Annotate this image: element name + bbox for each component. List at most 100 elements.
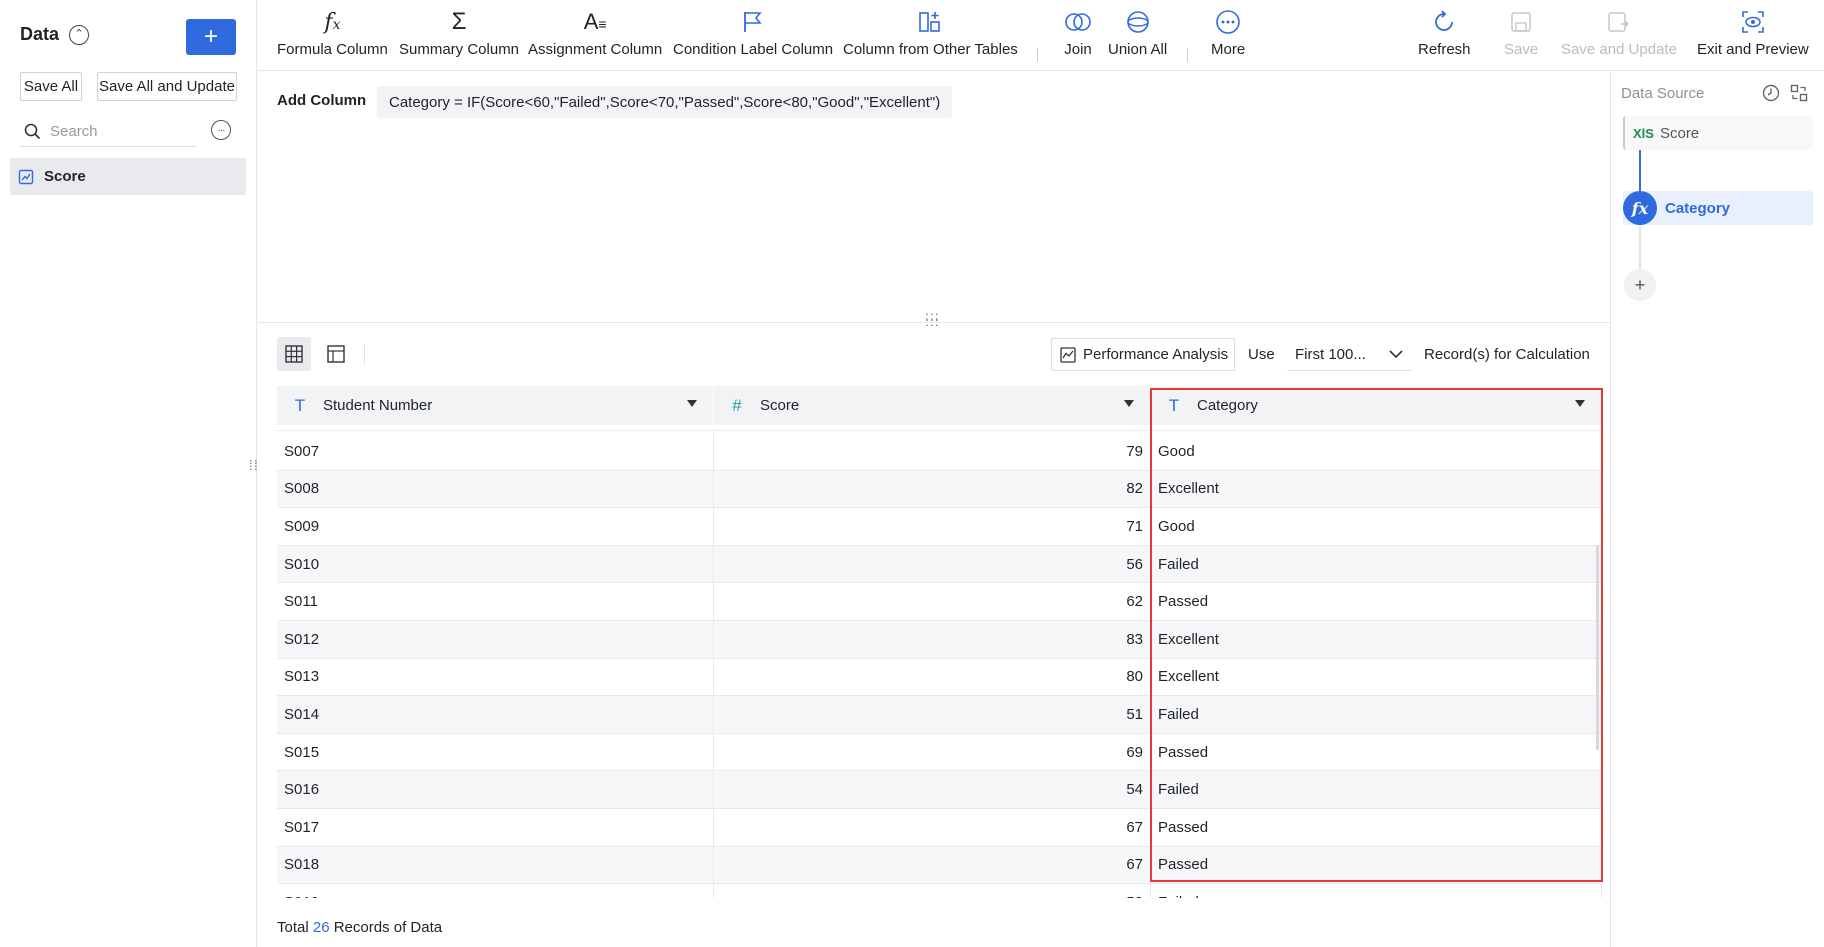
add-step-button[interactable]: + <box>1624 269 1656 301</box>
save-and-update-label: Save and Update <box>1561 41 1677 58</box>
layout-view-button[interactable] <box>319 337 353 371</box>
save-button[interactable]: Save <box>1504 6 1538 66</box>
cell-student-number[interactable]: S018 <box>277 846 714 884</box>
grid-view-button[interactable] <box>277 337 311 371</box>
cell-score[interactable]: 67 <box>714 846 1151 884</box>
table-row[interactable]: S01958Failed <box>277 884 1602 898</box>
table-body: S007 79 Good S008 82 Excellent S009 71 Good S010 5… <box>277 433 1602 898</box>
performance-analysis-button[interactable]: Performance Analysis <box>1051 338 1236 371</box>
join-icon <box>1065 13 1091 31</box>
cell-score[interactable]: 58 <box>714 884 1151 898</box>
column-other-tables-button[interactable]: Column from Other Tables <box>843 6 1018 66</box>
cell-student-number[interactable]: S010 <box>277 545 714 583</box>
panel-resize-handle[interactable]: ⁞⁞ <box>249 458 261 472</box>
table-row[interactable]: S008 82 Excellent <box>277 470 1602 509</box>
cell-student-number[interactable]: S019 <box>277 884 714 898</box>
cell-student-number[interactable]: S008 <box>277 470 714 508</box>
table-row[interactable]: S012 83 Excellent <box>277 620 1602 659</box>
cell-score[interactable]: 80 <box>714 658 1151 696</box>
formula-column-label: Formula Column <box>277 41 388 58</box>
formula-expression[interactable]: Category = IF(Score<60,"Failed",Score<70… <box>377 86 953 118</box>
condition-label-column-button[interactable]: Condition Label Column <box>673 6 833 66</box>
footer-count: 26 <box>312 919 330 936</box>
table-row[interactable]: S016 54 Failed <box>277 771 1602 809</box>
cell-score[interactable]: 62 <box>714 583 1151 620</box>
caret-down-icon[interactable] <box>687 400 697 407</box>
exit-preview-button[interactable]: Exit and Preview <box>1697 6 1809 66</box>
save-all-update-button[interactable]: Save All and Update <box>97 72 237 101</box>
save-and-update-button[interactable]: Save and Update <box>1561 6 1677 66</box>
table-row[interactable]: S018 67 Passed <box>277 846 1602 885</box>
data-source-title: Data Source <box>1621 85 1705 102</box>
cell-category[interactable]: Good <box>1151 433 1602 470</box>
add-data-button[interactable]: + <box>186 19 236 55</box>
cell-score[interactable]: 69 <box>714 733 1151 771</box>
cell-category[interactable]: Excellent <box>1151 658 1602 696</box>
cell-category[interactable]: Failed <box>1151 884 1602 898</box>
column-header-score[interactable]: # Score <box>714 386 1151 425</box>
table-row[interactable]: S009 71 Good <box>277 508 1602 546</box>
table-row[interactable]: S007 79 Good <box>277 433 1602 471</box>
search-input[interactable] <box>50 123 190 140</box>
cell-category[interactable]: Failed <box>1151 771 1602 808</box>
cell-student-number[interactable]: S011 <box>277 583 714 620</box>
table-row[interactable]: S017 67 Passed <box>277 808 1602 847</box>
collapse-up-icon[interactable]: ⌃ <box>69 24 90 45</box>
cell-student-number[interactable]: S016 <box>277 771 714 808</box>
cell-student-number[interactable]: S014 <box>277 696 714 733</box>
cell-student-number[interactable]: S017 <box>277 808 714 846</box>
cell-score[interactable]: 67 <box>714 808 1151 846</box>
layout-switch-icon[interactable] <box>1789 83 1809 103</box>
cell-category[interactable]: Failed <box>1151 545 1602 583</box>
table-scrollbar[interactable] <box>1596 545 1599 750</box>
cell-score[interactable]: 56 <box>714 545 1151 583</box>
cell-student-number[interactable]: S015 <box>277 733 714 771</box>
cell-score[interactable]: 79 <box>714 433 1151 470</box>
calc-node-category[interactable]: fx Category <box>1623 191 1813 225</box>
table-row[interactable]: S015 69 Passed <box>277 733 1602 772</box>
more-options-icon[interactable]: ··· <box>211 120 231 140</box>
refresh-icon <box>1435 10 1454 31</box>
tree-item-score[interactable]: Score <box>10 158 246 195</box>
split-resize-handle[interactable]: :::::: <box>925 309 940 328</box>
table-row[interactable]: S011 62 Passed <box>277 583 1602 621</box>
flag-icon <box>744 12 762 32</box>
assignment-column-button[interactable]: A≡ Assignment Column <box>528 6 662 66</box>
cell-student-number[interactable]: S009 <box>277 508 714 545</box>
summary-column-button[interactable]: Σ Summary Column <box>399 6 519 66</box>
record-count-select[interactable]: First 100... <box>1287 338 1411 371</box>
chart-file-icon <box>18 169 34 184</box>
union-all-button[interactable]: Union All <box>1108 6 1167 66</box>
cell-category[interactable]: Good <box>1151 508 1602 545</box>
history-icon[interactable] <box>1761 83 1781 103</box>
cell-category[interactable]: Passed <box>1151 583 1602 620</box>
cell-student-number[interactable]: S007 <box>277 433 714 470</box>
cell-student-number[interactable]: S012 <box>277 620 714 658</box>
cell-score[interactable]: 71 <box>714 508 1151 545</box>
data-source-node-score[interactable]: XlS Score <box>1623 116 1813 150</box>
cell-category[interactable]: Excellent <box>1151 620 1602 658</box>
cell-category[interactable]: Passed <box>1151 808 1602 846</box>
column-header-student-number[interactable]: T Student Number <box>277 386 714 425</box>
table-row[interactable]: S013 80 Excellent <box>277 658 1602 697</box>
caret-down-icon[interactable] <box>1575 400 1585 407</box>
caret-down-icon[interactable] <box>1124 400 1134 407</box>
table-row[interactable]: S014 51 Failed <box>277 696 1602 734</box>
column-header-category[interactable]: T Category <box>1151 386 1602 425</box>
more-button[interactable]: More <box>1211 6 1245 66</box>
join-button[interactable]: Join <box>1064 6 1092 66</box>
cell-score[interactable]: 82 <box>714 470 1151 508</box>
cell-score[interactable]: 83 <box>714 620 1151 658</box>
table-row[interactable]: S010 56 Failed <box>277 545 1602 584</box>
cell-category[interactable]: Excellent <box>1151 470 1602 508</box>
table-header: T Student Number # Score T Category <box>277 386 1602 425</box>
cell-score[interactable]: 51 <box>714 696 1151 733</box>
cell-category[interactable]: Passed <box>1151 733 1602 771</box>
cell-category[interactable]: Failed <box>1151 696 1602 733</box>
cell-student-number[interactable]: S013 <box>277 658 714 696</box>
cell-category[interactable]: Passed <box>1151 846 1602 884</box>
refresh-button[interactable]: Refresh <box>1418 6 1471 66</box>
formula-column-button[interactable]: fx Formula Column <box>277 6 388 66</box>
save-all-button[interactable]: Save All <box>20 72 82 101</box>
cell-score[interactable]: 54 <box>714 771 1151 808</box>
